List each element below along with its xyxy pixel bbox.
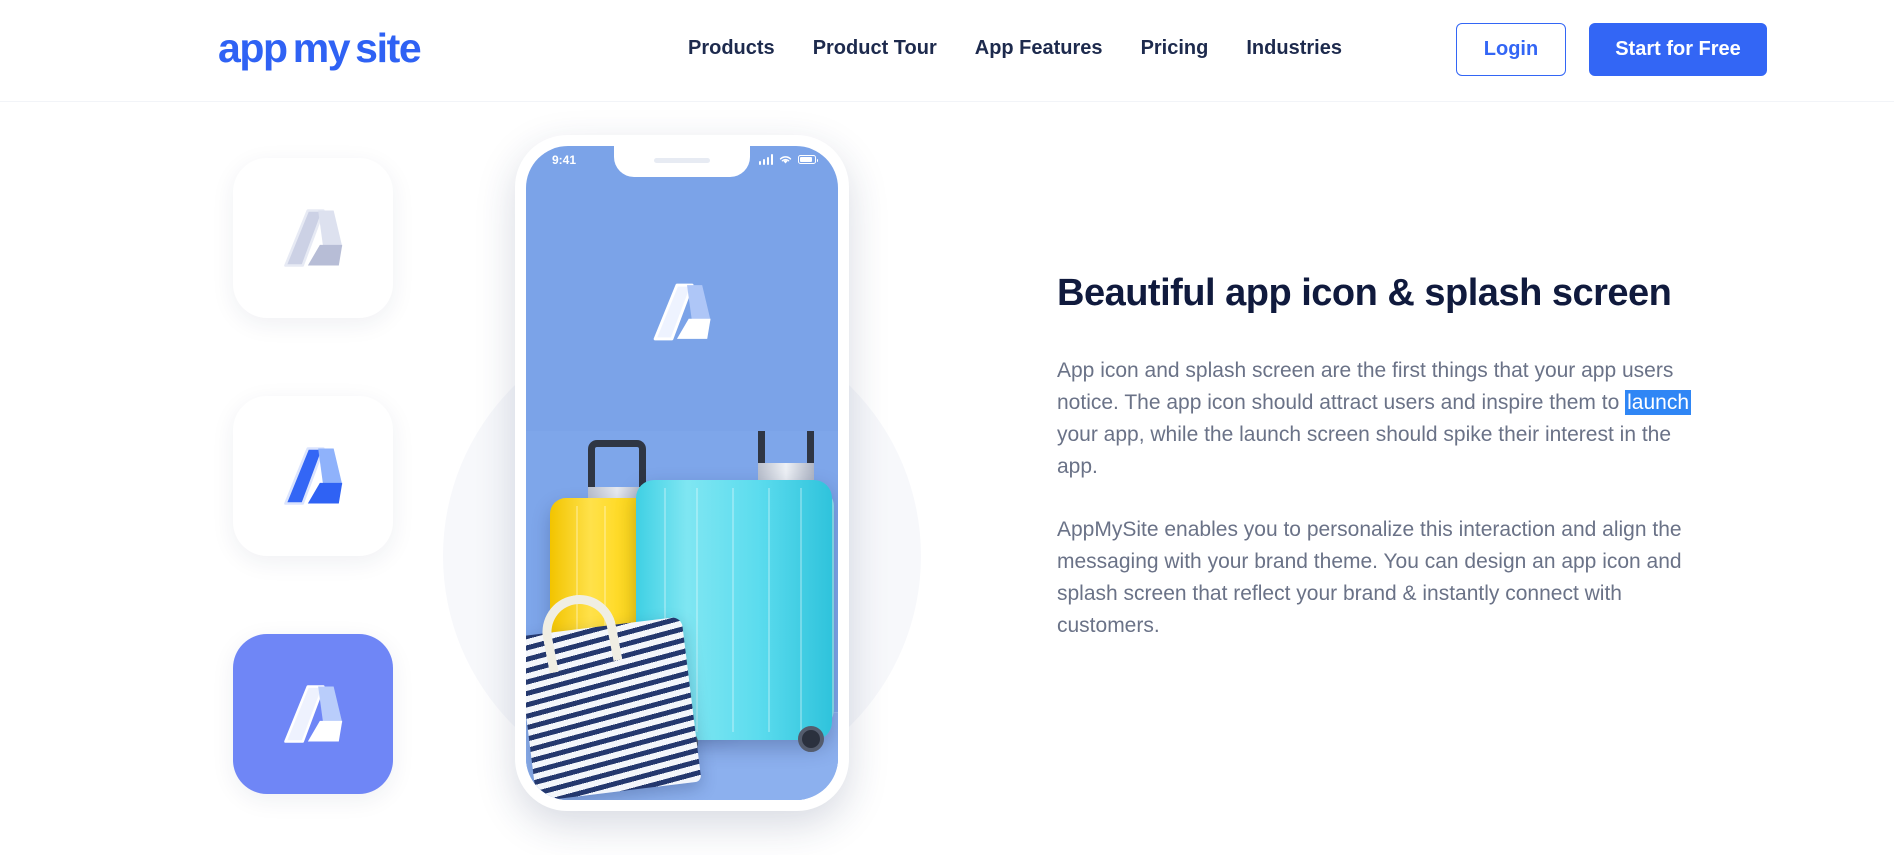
phone-notch bbox=[614, 146, 750, 177]
hero-section: 9:41 Beautiful app icon & splash screen … bbox=[0, 102, 1894, 855]
app-icon-tile-grey bbox=[233, 158, 393, 318]
hero-copy: Beautiful app icon & splash screen App i… bbox=[1057, 269, 1697, 673]
appmysite-logo[interactable]: app my site bbox=[218, 22, 422, 74]
nav-item-products[interactable]: Products bbox=[688, 33, 775, 63]
status-bar-time: 9:41 bbox=[552, 153, 577, 167]
hero-paragraph-1: App icon and splash screen are the first… bbox=[1057, 355, 1697, 483]
app-icon-tile-blue bbox=[233, 396, 393, 556]
speaker-grille bbox=[654, 158, 710, 163]
logo-part-site: site bbox=[355, 25, 421, 71]
nav-item-app-features[interactable]: App Features bbox=[975, 33, 1103, 63]
nav-item-product-tour[interactable]: Product Tour bbox=[813, 33, 937, 63]
phone-screen: 9:41 bbox=[526, 146, 838, 800]
cyan-suitcase-handle bbox=[758, 431, 814, 491]
appmysite-a-icon-splash bbox=[653, 283, 711, 341]
app-icon-tile-filled bbox=[233, 634, 393, 794]
hero-paragraph-2: AppMySite enables you to personalize thi… bbox=[1057, 518, 1682, 637]
status-bar-icons bbox=[758, 154, 818, 165]
striped-tote-bag bbox=[526, 588, 702, 800]
paragraph-1-text-after: your app, while the launch screen should… bbox=[1057, 423, 1672, 478]
battery-icon bbox=[798, 155, 818, 164]
appmysite-a-icon-blue bbox=[284, 447, 343, 505]
site-header: app my site Products Product Tour App Feat… bbox=[0, 0, 1894, 102]
start-for-free-button[interactable]: Start for Free bbox=[1589, 23, 1767, 76]
logo-part-app: app bbox=[218, 25, 288, 71]
nav-item-industries[interactable]: Industries bbox=[1246, 33, 1342, 63]
login-button[interactable]: Login bbox=[1456, 23, 1566, 76]
paragraph-1-text-before: App icon and splash screen are the first… bbox=[1057, 359, 1674, 414]
travel-luggage-photo bbox=[526, 431, 838, 800]
page-title: Beautiful app icon & splash screen bbox=[1057, 272, 1672, 314]
nav-item-pricing[interactable]: Pricing bbox=[1141, 33, 1209, 63]
splash-screen-logo bbox=[640, 270, 724, 359]
signal-icon bbox=[758, 154, 773, 165]
appmysite-a-icon-white bbox=[284, 685, 343, 743]
wifi-icon bbox=[779, 156, 792, 164]
selected-text-launch[interactable]: launch bbox=[1625, 390, 1691, 415]
primary-navigation: Products Product Tour App Features Prici… bbox=[688, 33, 1342, 63]
phone-mockup: 9:41 bbox=[515, 135, 849, 811]
header-actions: Login Start for Free bbox=[1456, 23, 1767, 76]
logo-part-my: my bbox=[292, 25, 351, 71]
appmysite-a-icon bbox=[284, 209, 343, 267]
